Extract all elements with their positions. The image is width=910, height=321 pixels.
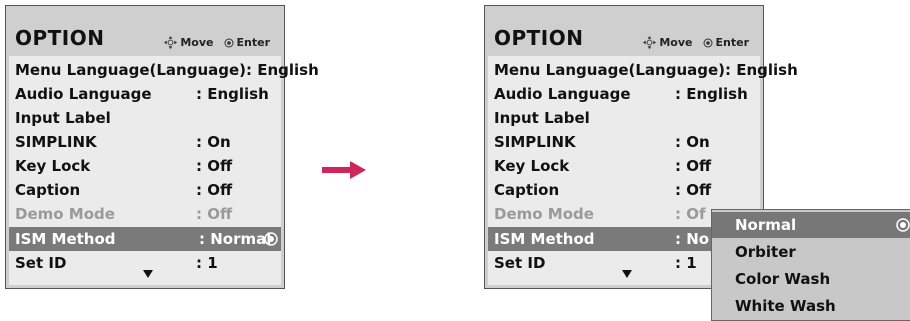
item-label: Set ID — [494, 254, 546, 272]
enter-label: Enter — [236, 36, 271, 49]
item-label: Caption — [494, 181, 560, 199]
menu-body: Menu Language(Language): English Audio L… — [9, 56, 319, 285]
item-label: Key Lock — [15, 157, 91, 175]
enter-label: Enter — [715, 36, 750, 49]
menu-item-input-label[interactable]: Input Label — [488, 106, 760, 130]
item-value: : Off — [196, 157, 233, 175]
down-arrow-icon[interactable] — [143, 270, 153, 278]
nav-hint: Move Enter — [642, 35, 749, 50]
item-value: : Off — [675, 181, 712, 199]
enter-icon — [224, 38, 233, 47]
item-value: : Of — [675, 205, 706, 223]
item-label: SIMPLINK — [15, 133, 97, 151]
item-value: : 1 — [675, 254, 697, 272]
menu-title: OPTION — [15, 26, 105, 50]
item-label: Menu Language(Language): English — [494, 61, 798, 79]
radio-selected-icon — [264, 232, 278, 246]
item-value: : 1 — [196, 254, 218, 272]
item-label: Input Label — [15, 109, 111, 127]
option-label: White Wash — [735, 297, 836, 315]
menu-item-menu-language[interactable]: Menu Language(Language): English — [9, 58, 319, 82]
item-label: SIMPLINK — [494, 133, 576, 151]
right-arrow-icon — [322, 161, 366, 179]
item-label: Set ID — [15, 254, 67, 272]
item-value: : English — [196, 85, 269, 103]
menu-title: OPTION — [494, 26, 584, 50]
menu-item-audio-language[interactable]: Audio Language : English — [488, 82, 760, 106]
menu-item-caption[interactable]: Caption : Off — [9, 178, 281, 202]
item-label: Menu Language(Language): English — [15, 61, 319, 79]
nav-hint: Move Enter — [163, 35, 270, 50]
item-value: : Off — [196, 181, 233, 199]
enter-icon — [703, 38, 712, 47]
item-value: : No — [675, 230, 710, 248]
move-label: Move — [180, 36, 214, 49]
item-label: ISM Method — [15, 230, 116, 248]
menu-item-menu-language[interactable]: Menu Language(Language): English — [488, 58, 798, 82]
down-arrow-icon[interactable] — [622, 270, 632, 278]
menu-item-simplink[interactable]: SIMPLINK : On — [9, 130, 281, 154]
radio-selected-icon — [896, 218, 910, 232]
ism-option-color-wash[interactable]: Color Wash — [712, 266, 910, 292]
item-value: : On — [196, 133, 231, 151]
item-value: : On — [675, 133, 710, 151]
move-label: Move — [659, 36, 693, 49]
menu-header: OPTION Move Enter — [485, 6, 763, 56]
menu-item-key-lock[interactable]: Key Lock : Off — [9, 154, 281, 178]
item-label: Input Label — [494, 109, 590, 127]
item-value: : Off — [675, 157, 712, 175]
menu-item-key-lock[interactable]: Key Lock : Off — [488, 154, 760, 178]
item-label: Demo Mode — [15, 205, 115, 223]
item-value: : English — [675, 85, 748, 103]
menu-item-demo-mode: Demo Mode : Off — [9, 202, 281, 226]
menu-item-audio-language[interactable]: Audio Language : English — [9, 82, 281, 106]
ism-option-orbiter[interactable]: Orbiter — [712, 239, 910, 265]
option-label: Normal — [735, 216, 797, 234]
menu-item-caption[interactable]: Caption : Off — [488, 178, 760, 202]
option-label: Orbiter — [735, 243, 796, 261]
item-label: ISM Method — [494, 230, 595, 248]
menu-item-input-label[interactable]: Input Label — [9, 106, 281, 130]
item-label: Audio Language — [494, 85, 631, 103]
ism-method-popup: Normal Orbiter Color Wash White Wash — [711, 209, 910, 321]
item-label: Key Lock — [494, 157, 570, 175]
menu-item-ism-method[interactable]: ISM Method : Normal — [9, 227, 281, 251]
move-icon — [643, 35, 657, 50]
item-label: Audio Language — [15, 85, 152, 103]
item-value: : Off — [196, 205, 233, 223]
option-label: Color Wash — [735, 270, 831, 288]
menu-header: OPTION Move Enter — [6, 6, 284, 56]
item-value: : Normal — [199, 230, 272, 248]
ism-option-white-wash[interactable]: White Wash — [712, 293, 910, 319]
item-label: Demo Mode — [494, 205, 594, 223]
move-icon — [164, 35, 178, 50]
menu-item-simplink[interactable]: SIMPLINK : On — [488, 130, 760, 154]
option-menu-before: OPTION Move Enter Menu Language(Language… — [5, 5, 319, 289]
item-label: Caption — [15, 181, 81, 199]
ism-option-normal[interactable]: Normal — [712, 212, 910, 238]
